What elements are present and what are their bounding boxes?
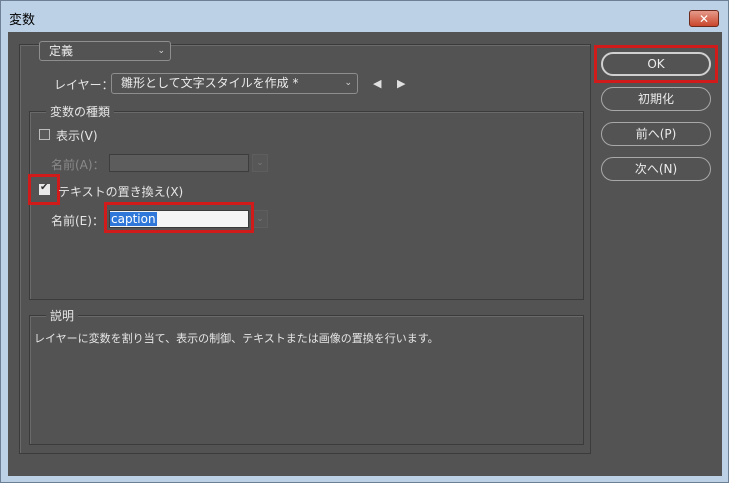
- chevron-down-icon: ⌄: [344, 78, 352, 88]
- text-replacement-name-dropdown[interactable]: ⌄: [252, 210, 268, 228]
- text-replacement-name-label: 名前(E)：: [51, 214, 104, 228]
- reset-button[interactable]: 初期化: [601, 87, 711, 111]
- chevron-down-icon: ⌄: [256, 158, 264, 168]
- visibility-name-dropdown: ⌄: [252, 154, 268, 172]
- text-replacement-label[interactable]: テキストの置き換え(X): [58, 183, 183, 200]
- visibility-checkbox[interactable]: [39, 129, 50, 140]
- visibility-label[interactable]: 表示(V): [56, 127, 98, 144]
- variable-types-legend: 変数の種類: [46, 103, 115, 120]
- description-legend: 説明: [46, 307, 79, 324]
- layer-label: レイヤー：: [54, 78, 114, 92]
- previous-layer-arrow-icon[interactable]: ◀: [373, 77, 381, 90]
- visibility-name-field: [109, 154, 249, 172]
- variable-types-group: [29, 111, 584, 300]
- text-replacement-name-input[interactable]: caption: [109, 210, 249, 228]
- layer-dropdown-value: 雛形として文字スタイルを作成 *: [121, 76, 299, 90]
- next-button[interactable]: 次へ(N): [601, 157, 711, 181]
- window-title: 変数: [9, 13, 36, 28]
- text-replacement-checkbox[interactable]: [39, 182, 50, 195]
- ok-button[interactable]: OK: [601, 52, 711, 76]
- layer-dropdown[interactable]: 雛形として文字スタイルを作成 * ⌄: [111, 73, 358, 94]
- definition-dropdown-value: 定義: [49, 44, 74, 58]
- variables-dialog: 変数 ✕ 定義 ⌄ レイヤー： 雛形として文字スタイルを作成 * ⌄ ◀ ▶ 変…: [0, 0, 729, 483]
- title-bar[interactable]: 変数 ✕: [1, 1, 728, 33]
- next-layer-arrow-icon[interactable]: ▶: [397, 77, 405, 90]
- dialog-body: 定義 ⌄ レイヤー： 雛形として文字スタイルを作成 * ⌄ ◀ ▶ 変数の種類 …: [8, 32, 722, 476]
- definition-dropdown[interactable]: 定義 ⌄: [39, 41, 171, 61]
- close-button[interactable]: ✕: [689, 10, 719, 27]
- previous-button[interactable]: 前へ(P): [601, 122, 711, 146]
- chevron-down-icon: ⌄: [157, 46, 165, 56]
- chevron-down-icon: ⌄: [256, 214, 264, 224]
- close-icon: ✕: [698, 11, 710, 26]
- description-text: レイヤーに変数を割り当て、表示の制御、テキストまたは画像の置換を行います。: [34, 332, 439, 345]
- name-input-selection: caption: [110, 212, 157, 226]
- visibility-name-label: 名前(A)：: [51, 158, 105, 172]
